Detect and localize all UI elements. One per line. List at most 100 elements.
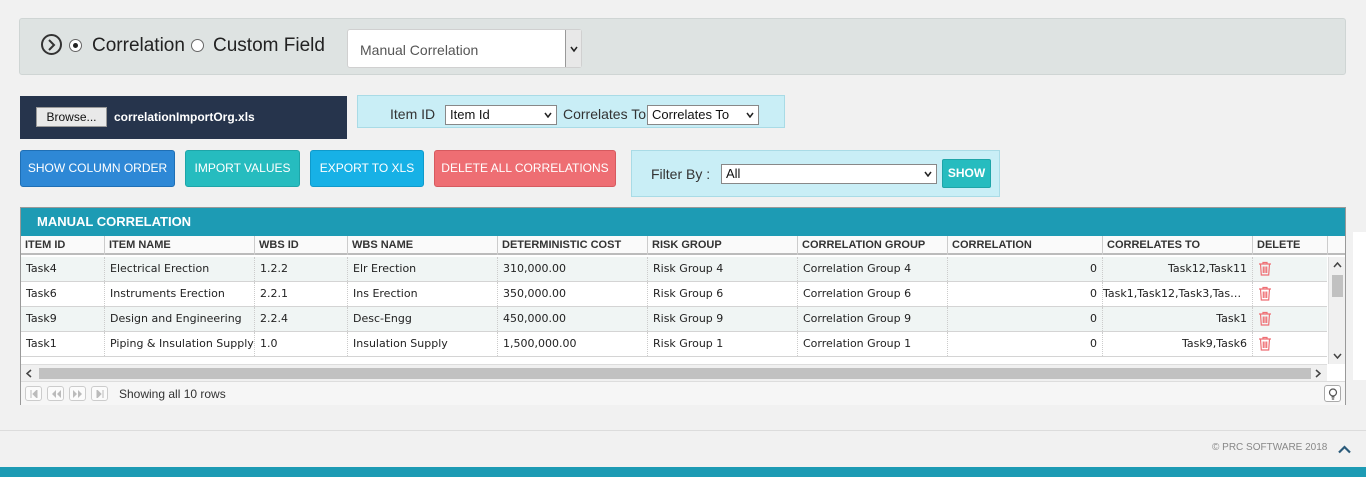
custom-field-radio-label[interactable]: Custom Field: [213, 35, 325, 57]
table-cell: Desc-Engg: [348, 307, 498, 331]
table-cell: 0: [948, 257, 1103, 281]
item-id-select-value: Item Id: [450, 107, 490, 122]
prev-page-icon[interactable]: [47, 386, 64, 401]
trash-icon[interactable]: [1258, 311, 1272, 326]
scroll-down-icon[interactable]: [1333, 353, 1342, 359]
copyright-text: © PRC SOFTWARE 2018: [1212, 442, 1328, 453]
column-header[interactable]: ITEM ID: [21, 236, 105, 255]
filter-label: Filter By :: [651, 166, 711, 182]
column-header[interactable]: WBS NAME: [348, 236, 498, 255]
column-header[interactable]: DETERMINISTIC COST: [498, 236, 648, 255]
chevron-down-icon: [544, 112, 552, 118]
table-row[interactable]: Task6 Instruments Erection 2.2.1 Ins Erecti…: [21, 282, 1327, 307]
correlates-to-label: Correlates To: [563, 106, 647, 122]
next-page-icon[interactable]: [69, 386, 86, 401]
horizontal-scrollbar[interactable]: [21, 364, 1327, 381]
show-column-order-button[interactable]: SHOW COLUMN ORDER: [20, 150, 175, 187]
table-cell: 2.2.4: [255, 307, 348, 331]
table-cell: 350,000.00: [498, 282, 648, 306]
table-cell: Task9: [21, 307, 105, 331]
lightbulb-icon[interactable]: [1324, 385, 1341, 402]
delete-all-correlations-button[interactable]: DELETE ALL CORRELATIONS: [434, 150, 616, 187]
filter-select[interactable]: All: [721, 164, 937, 184]
table-cell: 1,500,000.00: [498, 332, 648, 356]
item-id-label: Item ID: [390, 106, 436, 122]
last-page-icon[interactable]: [91, 386, 108, 401]
table-row[interactable]: Task9 Design and Engineering 2.2.4 Desc-Eng…: [21, 307, 1327, 332]
horizontal-scroll-thumb[interactable]: [39, 368, 1311, 379]
table-cell: Risk Group 9: [648, 307, 798, 331]
table-cell: Instruments Erection: [105, 282, 255, 306]
column-header[interactable]: CORRELATION GROUP: [798, 236, 948, 255]
page-edge-strip: [1353, 232, 1366, 380]
table-cell: Task1,Task12,Task3,Task11: [1103, 282, 1253, 306]
table-row[interactable]: Task4 Electrical Erection 1.2.2 Elr Erectio…: [21, 257, 1327, 282]
first-page-icon[interactable]: [25, 386, 42, 401]
table-cell: 1.2.2: [255, 257, 348, 281]
vertical-scrollbar[interactable]: [1328, 257, 1345, 364]
grid-title: MANUAL CORRELATION: [21, 208, 1345, 236]
table-cell: Electrical Erection: [105, 257, 255, 281]
table-cell: 1.0: [255, 332, 348, 356]
table-cell: 310,000.00: [498, 257, 648, 281]
table-cell: 2.2.1: [255, 282, 348, 306]
column-header[interactable]: CORRELATION: [948, 236, 1103, 255]
import-values-button[interactable]: IMPORT VALUES: [185, 150, 300, 187]
file-upload-panel: Browse... correlationImportOrg.xls: [20, 96, 347, 139]
pager-status: Showing all 10 rows: [119, 387, 226, 401]
table-cell: 450,000.00: [498, 307, 648, 331]
correlates-to-select[interactable]: Correlates To: [647, 105, 759, 125]
filter-panel: Filter By : All SHOW: [631, 150, 1000, 197]
filter-select-value: All: [726, 166, 741, 181]
column-header[interactable]: WBS ID: [255, 236, 348, 255]
item-id-select[interactable]: Item Id: [445, 105, 557, 125]
table-cell: Piping & Insulation Supply: [105, 332, 255, 356]
correlation-type-select[interactable]: Manual Correlation: [347, 29, 582, 68]
scroll-to-top-icon[interactable]: [1338, 445, 1351, 454]
chevron-down-icon[interactable]: [565, 30, 581, 67]
correlates-to-select-value: Correlates To: [652, 107, 730, 122]
table-cell: 0: [948, 282, 1103, 306]
table-cell: Risk Group 6: [648, 282, 798, 306]
table-cell: Task1: [1103, 307, 1253, 331]
trash-icon[interactable]: [1258, 286, 1272, 301]
trash-icon[interactable]: [1258, 336, 1272, 351]
pager: Showing all 10 rows: [21, 381, 1345, 405]
table-cell: Correlation Group 6: [798, 282, 948, 306]
correlation-grid: MANUAL CORRELATION ITEM ID ITEM NAME WBS…: [20, 207, 1346, 405]
show-button[interactable]: SHOW: [942, 159, 991, 188]
grid-header: ITEM ID ITEM NAME WBS ID WBS NAME DETERM…: [21, 236, 1345, 255]
table-cell: Risk Group 4: [648, 257, 798, 281]
trash-icon[interactable]: [1258, 261, 1272, 276]
table-cell: 0: [948, 307, 1103, 331]
table-cell: Risk Group 1: [648, 332, 798, 356]
table-cell: 0: [948, 332, 1103, 356]
browse-button[interactable]: Browse...: [36, 107, 107, 127]
column-header[interactable]: CORRELATES TO: [1103, 236, 1253, 255]
vertical-scroll-thumb[interactable]: [1332, 275, 1343, 297]
footer-divider: [0, 430, 1366, 431]
table-cell: Task9,Task6: [1103, 332, 1253, 356]
bottom-accent-bar: [0, 467, 1366, 477]
custom-field-radio[interactable]: [191, 39, 204, 52]
correlation-radio[interactable]: [69, 39, 82, 52]
column-header[interactable]: ITEM NAME: [105, 236, 255, 255]
mode-bar: Correlation Custom Field Manual Correlat…: [19, 18, 1346, 75]
scroll-right-icon[interactable]: [1315, 369, 1321, 378]
file-name: correlationImportOrg.xls: [114, 110, 255, 124]
table-row[interactable]: Task1 Piping & Insulation Supply 1.0 Insula…: [21, 332, 1327, 357]
column-mapping-panel: Item ID Item Id Correlates To Correlates…: [357, 95, 785, 128]
correlation-radio-label[interactable]: Correlation: [92, 35, 185, 57]
scroll-left-icon[interactable]: [26, 369, 32, 378]
column-header[interactable]: DELETE: [1253, 236, 1328, 255]
chevron-down-icon: [746, 112, 754, 118]
column-header[interactable]: RISK GROUP: [648, 236, 798, 255]
scroll-up-icon[interactable]: [1333, 262, 1342, 268]
table-cell: Correlation Group 9: [798, 307, 948, 331]
circle-arrow-right-icon[interactable]: [41, 34, 62, 55]
table-cell: Correlation Group 4: [798, 257, 948, 281]
export-xls-button[interactable]: EXPORT TO XLS: [310, 150, 424, 187]
chevron-down-icon: [924, 171, 932, 177]
correlation-type-value: Manual Correlation: [360, 42, 479, 58]
table-cell: Design and Engineering: [105, 307, 255, 331]
